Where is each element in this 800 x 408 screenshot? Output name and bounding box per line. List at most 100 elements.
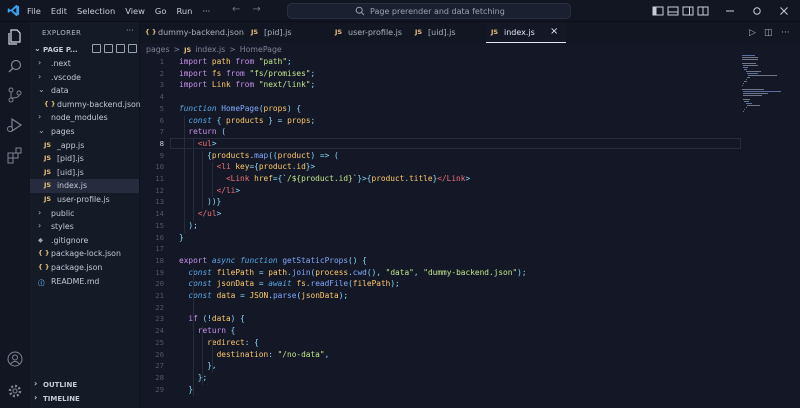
menu-item-edit[interactable]: Edit: [51, 6, 67, 16]
minimap-line: [743, 83, 745, 84]
minimap-line: [743, 91, 782, 92]
search-view-icon[interactable]: [6, 58, 24, 76]
tree-item-label: user-profile.js: [57, 195, 110, 204]
code-line: const data = JSON.parse(jsonData);: [188, 291, 349, 300]
tree-item-package-json[interactable]: { } package.json: [30, 261, 139, 275]
line-number: 19: [155, 267, 164, 277]
settings-gear-icon[interactable]: [6, 382, 24, 400]
source-control-icon[interactable]: [6, 86, 24, 104]
tree-item-label: [uid].js: [57, 167, 84, 177]
more-actions-icon[interactable]: ···: [126, 26, 134, 35]
code-line: return {: [197, 326, 236, 336]
explorer-icon[interactable]: [6, 28, 24, 46]
maximize-icon[interactable]: [752, 5, 762, 17]
indent-guide: [184, 115, 185, 233]
customize-layout-icon[interactable]: [697, 5, 709, 17]
tab-pid-js[interactable]: JS [pid].js: [246, 22, 330, 43]
tab-uid-js[interactable]: JS [uid].js: [410, 22, 486, 43]
new-folder-icon[interactable]: [104, 44, 113, 53]
tree-item-data[interactable]: ⌄ data: [30, 84, 139, 98]
command-center[interactable]: Page prerender and data fetching: [287, 3, 571, 19]
js-file-icon: JS: [44, 154, 52, 163]
breadcrumb-item[interactable]: index.js: [195, 45, 225, 54]
tree-item-public[interactable]: › public: [30, 207, 139, 221]
minimap-line: [745, 107, 747, 108]
breadcrumb-item[interactable]: HomePage: [240, 45, 282, 54]
tree-item-node-modules[interactable]: › node_modules: [30, 111, 139, 125]
split-editor-icon[interactable]: ◫: [764, 28, 773, 38]
breadcrumb-item[interactable]: pages: [146, 45, 170, 54]
close-tab-icon[interactable]: ×: [550, 26, 558, 37]
vscode-logo-icon: [7, 4, 20, 17]
minimap-line: [742, 89, 764, 90]
tree-item-uid-js[interactable]: JS [uid].js: [30, 166, 139, 180]
code-line: <li key={product.id}>: [216, 162, 316, 172]
outline-section-header[interactable]: › OUTLINE: [30, 378, 139, 392]
tree-item-dummy-backend-json[interactable]: { } dummy-backend.json: [30, 98, 141, 112]
tree-item-pid-js[interactable]: JS [pid].js: [30, 152, 139, 166]
forward-arrow-icon[interactable]: →: [252, 4, 260, 15]
tree-item-next[interactable]: › .next: [30, 57, 139, 71]
line-number: 22: [155, 302, 164, 312]
info-file-icon: ⓘ: [38, 278, 45, 287]
minimap-line: [742, 55, 756, 56]
menu-item-more[interactable]: ···: [202, 6, 210, 16]
back-arrow-icon[interactable]: ←: [232, 4, 240, 15]
line-number: 26: [155, 349, 164, 359]
toggle-panel-icon[interactable]: [667, 5, 679, 17]
collapse-all-icon[interactable]: [128, 44, 137, 53]
tree-item-label: README.md: [51, 276, 100, 286]
run-debug-icon[interactable]: [6, 116, 24, 134]
minimize-icon[interactable]: [725, 5, 735, 17]
line-number: 5: [159, 103, 164, 113]
run-file-icon[interactable]: ▷: [749, 28, 756, 38]
tree-item-package-lock-json[interactable]: { } package-lock.json: [30, 247, 139, 261]
tab-label: [pid].js: [264, 28, 292, 37]
tree-item-user-profile-js[interactable]: JS user-profile.js: [30, 193, 139, 207]
tree-item-readme-md[interactable]: ⓘ README.md: [30, 275, 139, 289]
tree-item-vscode[interactable]: › .vscode: [30, 71, 139, 85]
menu-item-file[interactable]: File: [27, 6, 41, 16]
editor-scrollbar[interactable]: [788, 55, 800, 408]
menu-item-view[interactable]: View: [125, 6, 145, 16]
line-number: 20: [155, 279, 164, 289]
code-editor[interactable]: 1 import path from "path"; 2 import fs from…: [140, 55, 741, 408]
menu-item-go[interactable]: Go: [155, 6, 167, 16]
extensions-icon[interactable]: [6, 146, 24, 164]
tree-item-label: node_modules: [51, 113, 108, 123]
tree-item-index-js[interactable]: JS index.js: [30, 179, 139, 194]
toggle-primary-sidebar-icon[interactable]: [652, 5, 664, 17]
tree-item-styles[interactable]: › styles: [30, 220, 139, 234]
tree-item-gitignore[interactable]: ◆ .gitignore: [30, 234, 139, 248]
line-number: 1: [159, 57, 164, 66]
breadcrumb: pages > JS index.js > HomePage: [146, 45, 286, 54]
js-file-icon: JS: [335, 28, 343, 36]
tree-item-label: data: [51, 86, 69, 96]
tree-item-app-js[interactable]: JS _app.js: [30, 139, 139, 153]
account-icon[interactable]: [6, 350, 24, 368]
menu-item-run[interactable]: Run: [176, 6, 192, 16]
tab-index-js[interactable]: JS index.js ×: [486, 22, 566, 43]
editor-more-icon[interactable]: ···: [781, 28, 790, 38]
timeline-section-header[interactable]: › TIMELINE: [30, 392, 139, 406]
line-number: 7: [159, 127, 164, 137]
menu-item-selection[interactable]: Selection: [77, 6, 115, 16]
tree-item-pages[interactable]: ⌄ pages: [30, 125, 139, 139]
line-number: 29: [155, 384, 164, 394]
new-file-icon[interactable]: [92, 44, 101, 53]
search-icon: [355, 6, 365, 16]
tab-dummy-backend-json[interactable]: { } dummy-backend.json: [140, 22, 246, 43]
toggle-secondary-sidebar-icon[interactable]: [682, 5, 694, 17]
indent-guide: [193, 267, 194, 397]
line-number: 21: [155, 291, 164, 300]
chevron-right-icon: ›: [34, 379, 38, 388]
line-number: 3: [159, 80, 164, 90]
line-number: 14: [155, 209, 164, 219]
minimap[interactable]: [742, 55, 782, 115]
refresh-icon[interactable]: [116, 44, 125, 53]
line-number: 10: [155, 162, 164, 172]
minimap-line: [744, 101, 749, 102]
close-window-icon[interactable]: [779, 5, 789, 17]
tab-user-profile-js[interactable]: JS user-profile.js: [330, 22, 410, 43]
workspace-root-header[interactable]: ⌄ PAGE P...: [30, 43, 139, 57]
